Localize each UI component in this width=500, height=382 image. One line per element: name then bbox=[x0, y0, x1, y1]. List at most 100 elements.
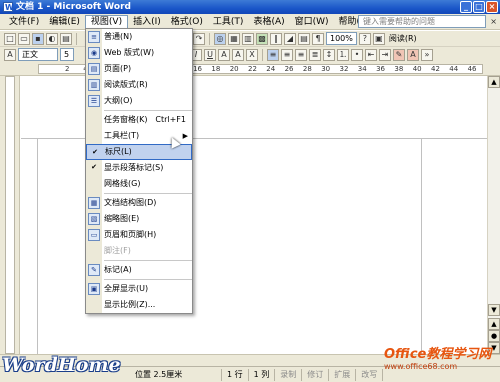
zoom-select[interactable]: 100% bbox=[326, 32, 357, 45]
highlight-icon[interactable]: ✎ bbox=[393, 48, 405, 61]
view-menu-item[interactable]: ▣ 全屏显示(U) bbox=[86, 281, 192, 297]
bullets-icon[interactable]: • bbox=[351, 48, 363, 61]
menu-edit[interactable]: 编辑(E) bbox=[44, 15, 85, 29]
view-menu-item[interactable]: ▭ 页眉和页脚(H) bbox=[86, 227, 192, 243]
view-menu-item[interactable]: ▤ 页面(P) bbox=[86, 61, 192, 77]
view-menu-item[interactable]: 显示比例(Z)... bbox=[86, 297, 192, 313]
close-button[interactable]: × bbox=[486, 1, 498, 13]
hyperlink-icon[interactable]: ◎ bbox=[214, 32, 226, 45]
numbering-icon[interactable]: ⒈ bbox=[337, 48, 349, 61]
open-icon[interactable]: ▭ bbox=[18, 32, 30, 45]
permission-icon[interactable]: ◐ bbox=[46, 32, 58, 45]
ruler-tick-label: 40 bbox=[412, 65, 422, 73]
ruler-tick-label: 20 bbox=[229, 65, 239, 73]
char-shading-icon[interactable]: A bbox=[232, 48, 244, 61]
redo-icon[interactable]: ↷ bbox=[193, 32, 205, 45]
ruler-tick-label: 22 bbox=[248, 65, 257, 73]
scroll-down-icon[interactable]: ▼ bbox=[488, 304, 500, 316]
view-menu-item[interactable]: ◉ Web 版式(W) bbox=[86, 45, 192, 61]
align-justify-icon[interactable]: ≡ bbox=[267, 48, 279, 61]
markup-icon: ✎ bbox=[88, 264, 100, 276]
show-hide-icon[interactable]: ¶ bbox=[312, 32, 324, 45]
view-menu-item[interactable]: ▧ 缩略图(E) bbox=[86, 211, 192, 227]
header-footer-icon: ▭ bbox=[88, 229, 100, 241]
ruler-tick-label: 34 bbox=[357, 65, 367, 73]
view-menu-item[interactable]: 网格线(G) bbox=[86, 176, 192, 192]
ruler-tick-label: 28 bbox=[302, 65, 312, 73]
status-overtype[interactable]: 改写 bbox=[356, 368, 384, 381]
drawing-icon[interactable]: ◢ bbox=[284, 32, 296, 45]
document-map-icon[interactable]: ▤ bbox=[298, 32, 310, 45]
maximize-button[interactable]: □ bbox=[473, 1, 485, 13]
vertical-ruler[interactable] bbox=[0, 76, 20, 354]
insert-table-icon[interactable]: ▥ bbox=[242, 32, 254, 45]
browse-object-icon[interactable]: ● bbox=[488, 330, 500, 342]
vertical-ruler-scale bbox=[5, 76, 15, 354]
status-extend[interactable]: 扩展 bbox=[329, 368, 357, 381]
word-app-icon[interactable] bbox=[3, 1, 14, 15]
read-icon[interactable]: ▣ bbox=[372, 32, 385, 45]
window-controls: _ □ × bbox=[460, 1, 498, 13]
style-select[interactable]: 正文 bbox=[18, 48, 58, 61]
previous-page-icon[interactable]: ▲ bbox=[488, 318, 500, 330]
more-buttons-icon[interactable]: » bbox=[421, 48, 433, 61]
align-right-icon[interactable]: ≡ bbox=[295, 48, 307, 61]
horizontal-ruler[interactable]: 2468101214161820222426283032343638404244… bbox=[0, 62, 500, 76]
menu-window[interactable]: 窗口(W) bbox=[290, 15, 334, 29]
view-menu-item[interactable]: ▦ 文档结构图(D) bbox=[86, 195, 192, 211]
page-corner-mark bbox=[421, 138, 487, 139]
menu-tools[interactable]: 工具(T) bbox=[208, 15, 249, 29]
help-icon[interactable]: ? bbox=[358, 32, 371, 45]
page-corner-mark bbox=[21, 138, 37, 139]
columns-icon[interactable]: ‖ bbox=[270, 32, 282, 45]
font-size-select[interactable]: 5 bbox=[60, 48, 74, 61]
help-search-input[interactable]: 键入需要帮助的问题 bbox=[358, 15, 486, 28]
print-icon[interactable]: ▤ bbox=[60, 32, 72, 45]
view-menu-item[interactable]: ☰ 大纲(O) bbox=[86, 93, 192, 109]
menu-separator bbox=[104, 110, 192, 111]
close-document-icon[interactable]: × bbox=[490, 17, 497, 26]
toolbar-divider bbox=[209, 32, 210, 45]
styles-icon[interactable]: A bbox=[4, 48, 16, 61]
scroll-up-icon[interactable]: ▲ bbox=[488, 76, 500, 88]
reading-layout-icon: ▥ bbox=[88, 79, 100, 91]
char-scale-icon[interactable]: X bbox=[246, 48, 258, 61]
menu-insert[interactable]: 插入(I) bbox=[128, 15, 166, 29]
distributed-icon[interactable]: ≣ bbox=[309, 48, 321, 61]
document-map-icon: ▦ bbox=[88, 197, 100, 209]
view-menu-item[interactable]: ≡ 普通(N) bbox=[86, 29, 192, 45]
status-line: 1 行 bbox=[222, 368, 249, 381]
ruler-tick-label: 26 bbox=[284, 65, 294, 73]
menu-file[interactable]: 文件(F) bbox=[4, 15, 44, 29]
align-center-icon[interactable]: ≡ bbox=[281, 48, 293, 61]
char-border-icon[interactable]: A bbox=[218, 48, 230, 61]
view-menu-item-label: 大纲(O) bbox=[104, 96, 133, 105]
minimize-button[interactable]: _ bbox=[460, 1, 472, 13]
status-track-changes[interactable]: 修订 bbox=[302, 368, 330, 381]
read-button[interactable]: 阅读(R) bbox=[387, 33, 419, 44]
menu-table[interactable]: 表格(A) bbox=[248, 15, 289, 29]
vertical-scrollbar[interactable]: ▲ ▼ ▲ ● ▼ bbox=[487, 76, 500, 354]
view-menu-item[interactable]: ✔ 显示段落标记(S) bbox=[86, 160, 192, 176]
decrease-indent-icon[interactable]: ⇤ bbox=[365, 48, 377, 61]
menu-format[interactable]: 格式(O) bbox=[166, 15, 208, 29]
office68-watermark: Office教程学习网 www.office68.com bbox=[384, 343, 491, 371]
ruler-tick-label: 44 bbox=[449, 65, 459, 73]
status-record[interactable]: 录制 bbox=[275, 368, 303, 381]
tables-borders-icon[interactable]: ▦ bbox=[228, 32, 240, 45]
web-layout-icon: ◉ bbox=[88, 47, 100, 59]
view-menu-item[interactable]: ✎ 标记(A) bbox=[86, 262, 192, 278]
fullscreen-icon: ▣ bbox=[88, 283, 100, 295]
font-color-icon[interactable]: A bbox=[407, 48, 419, 61]
save-icon[interactable]: ▪ bbox=[32, 32, 44, 45]
view-menu-item-label: 任务窗格(K) bbox=[104, 115, 148, 124]
menu-view[interactable]: 视图(V) bbox=[84, 14, 129, 29]
underline-icon[interactable]: U bbox=[204, 48, 216, 61]
line-spacing-icon[interactable]: ↕ bbox=[323, 48, 335, 61]
view-menu-item[interactable]: ▥ 阅读版式(R) bbox=[86, 77, 192, 93]
view-menu-item-label: 页面(P) bbox=[104, 64, 132, 73]
insert-excel-icon[interactable]: ▩ bbox=[256, 32, 268, 45]
view-menu-item[interactable]: 任务窗格(K) Ctrl+F1 bbox=[86, 112, 192, 128]
increase-indent-icon[interactable]: ⇥ bbox=[379, 48, 391, 61]
new-document-icon[interactable]: □ bbox=[4, 32, 16, 45]
